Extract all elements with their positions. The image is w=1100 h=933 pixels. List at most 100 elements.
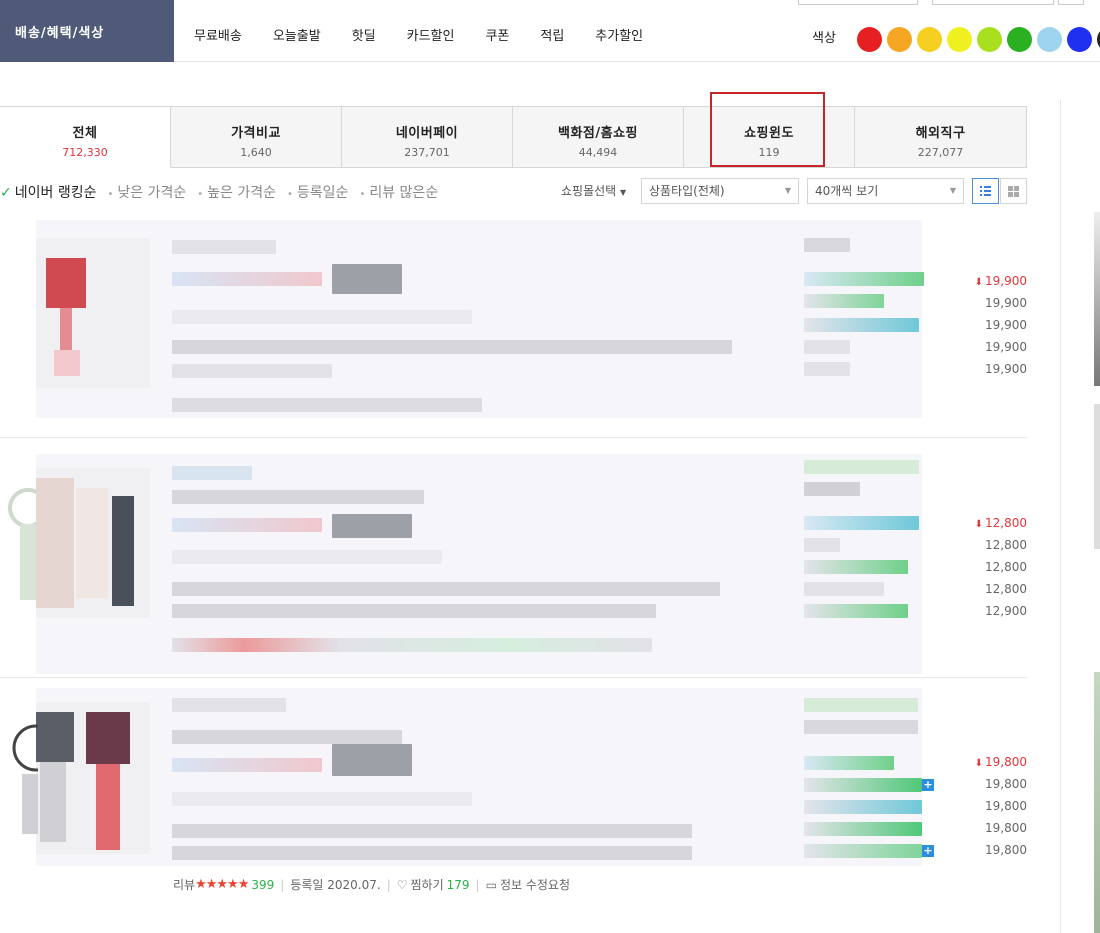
grid-view-button[interactable]: [1000, 178, 1027, 204]
product-thumbnail[interactable]: [36, 238, 150, 388]
blurred-text: [804, 604, 908, 618]
lowest-price[interactable]: ⬇ 19,800: [975, 751, 1027, 773]
lowest-price[interactable]: ⬇ 12,800: [975, 512, 1027, 534]
tab-price-compare[interactable]: 가격비교 1,640: [171, 106, 342, 168]
blurred-content: [36, 688, 922, 866]
filter-option-card-discount[interactable]: 카드할인: [407, 0, 455, 62]
blurred-text: [172, 730, 402, 744]
tab-overseas-direct[interactable]: 해외직구 227,077: [855, 106, 1027, 168]
filter-option-hot-deal[interactable]: 핫딜: [352, 0, 376, 62]
product-row[interactable]: ⬇ 12,800 12,800 12,800 12,800 12,900: [0, 438, 1027, 678]
filter-option-today-shipping[interactable]: 오늘출발: [273, 0, 321, 62]
blurred-text: [804, 698, 918, 712]
color-swatch-7[interactable]: [1037, 27, 1062, 52]
product-thumbnail[interactable]: [36, 702, 150, 854]
blurred-text: [172, 550, 442, 564]
mall-price[interactable]: 12,900: [975, 600, 1027, 622]
rating-stars: ★★★★★: [195, 877, 249, 892]
hand-fan-image: [46, 258, 86, 376]
color-swatch-1[interactable]: [857, 27, 882, 52]
filter-label: 배송/혜택/색상: [0, 0, 174, 62]
blurred-text: [172, 638, 652, 652]
mall-price[interactable]: 19,800: [975, 795, 1027, 817]
product-type-select[interactable]: 상품타입(전체) ▼: [641, 178, 799, 204]
tab-count: 227,077: [917, 146, 964, 159]
color-swatch-3[interactable]: [917, 27, 942, 52]
mall-price[interactable]: 19,800: [975, 839, 1027, 861]
sidebar-ad-image[interactable]: [1094, 404, 1100, 549]
bullet-icon: •: [287, 189, 293, 200]
list-view-button[interactable]: [972, 178, 999, 204]
mall-price[interactable]: 19,800: [975, 773, 1027, 795]
sort-low-price[interactable]: • 낮은 가격순: [107, 182, 186, 202]
color-swatch-2[interactable]: [887, 27, 912, 52]
tab-department-home-shopping[interactable]: 백화점/홈쇼핑 44,494: [513, 106, 684, 168]
mall-price[interactable]: 19,900: [975, 358, 1027, 380]
blurred-text: [332, 264, 402, 294]
mall-price[interactable]: 12,800: [975, 578, 1027, 600]
down-arrow-icon: ⬇: [974, 758, 983, 769]
filter-option-extra-discount[interactable]: 추가할인: [595, 0, 643, 62]
filter-bar: 배송/혜택/색상 무료배송 오늘출발 핫딜 카드할인 쿠폰 적립 추가할인 색상: [0, 0, 1100, 62]
filter-option-points[interactable]: 적립: [540, 0, 564, 62]
per-page-select[interactable]: 40개씩 보기 ▼: [807, 178, 964, 204]
blurred-text: [172, 758, 322, 772]
lowest-price[interactable]: ⬇ 19,900: [975, 270, 1027, 292]
mall-price[interactable]: 12,800: [975, 534, 1027, 556]
filter-option-free-shipping[interactable]: 무료배송: [194, 0, 242, 62]
price-value: 19,800: [985, 755, 1027, 769]
color-swatch-5[interactable]: [977, 27, 1002, 52]
product-row[interactable]: ⬇ 19,900 19,900 19,900 19,900 19,900: [0, 220, 1027, 438]
report-icon[interactable]: ▭: [486, 878, 497, 892]
wish-label[interactable]: 찜하기: [411, 876, 444, 893]
sort-high-price[interactable]: • 높은 가격순: [197, 182, 276, 202]
registered-date: 등록일 2020.07.: [290, 878, 381, 892]
filter-option-coupon[interactable]: 쿠폰: [485, 0, 509, 62]
tab-count: 237,701: [404, 146, 450, 159]
plus-icon[interactable]: +: [922, 845, 934, 857]
blurred-text: [804, 756, 894, 770]
heart-icon[interactable]: ♡: [397, 878, 408, 892]
sidebar-ad-image[interactable]: [1094, 212, 1100, 386]
sort-ranking[interactable]: ✓ 네이버 랭킹순: [0, 182, 96, 202]
review-count[interactable]: 399: [251, 878, 274, 892]
review-label[interactable]: 리뷰: [173, 876, 195, 893]
down-arrow-icon: ⬇: [974, 519, 983, 530]
price-value: 12,800: [985, 516, 1027, 530]
price-max-input[interactable]: [932, 0, 1054, 5]
blurred-text: [804, 272, 924, 286]
separator: |: [386, 877, 391, 892]
separator: |: [475, 877, 480, 892]
blurred-text: [172, 240, 276, 254]
color-swatch-8[interactable]: [1067, 27, 1092, 52]
sort-registered[interactable]: • 등록일순: [287, 182, 348, 202]
product-row[interactable]: + + ⬇ 19,800 19,800 19,800 19,800 19,800: [0, 678, 1027, 933]
price-apply-button[interactable]: [1058, 0, 1084, 5]
mall-price[interactable]: 19,900: [975, 336, 1027, 358]
color-swatch-6[interactable]: [1007, 27, 1032, 52]
product-thumbnail[interactable]: [36, 468, 150, 618]
color-filter-label: 색상: [812, 31, 836, 46]
sidebar-ad-image[interactable]: [1094, 672, 1100, 933]
color-swatch-4[interactable]: [947, 27, 972, 52]
mall-price[interactable]: 12,800: [975, 556, 1027, 578]
mini-fan-side-image: [8, 488, 36, 600]
plus-icon[interactable]: +: [922, 779, 934, 791]
mall-price[interactable]: 19,800: [975, 817, 1027, 839]
tab-count: 44,494: [578, 146, 618, 159]
tab-name: 해외직구: [915, 126, 966, 141]
report-link[interactable]: 정보 수정요청: [500, 876, 570, 893]
mall-select[interactable]: 쇼핑몰선택 ▼: [561, 178, 626, 206]
mall-price[interactable]: 19,900: [975, 314, 1027, 336]
tab-all[interactable]: 전체 712,330: [0, 106, 171, 168]
list-view-icon: [980, 186, 991, 196]
sort-label: 리뷰 많은순: [369, 185, 439, 201]
blurred-text: [804, 482, 860, 496]
blurred-text: [804, 538, 840, 552]
mall-price[interactable]: 19,900: [975, 292, 1027, 314]
tab-name: 네이버페이: [395, 126, 459, 141]
sort-reviews[interactable]: • 리뷰 많은순: [359, 182, 438, 202]
tab-name: 쇼핑윈도: [744, 126, 794, 141]
tab-shopping-window[interactable]: 쇼핑윈도 119: [684, 106, 855, 168]
tab-naver-pay[interactable]: 네이버페이 237,701: [342, 106, 513, 168]
